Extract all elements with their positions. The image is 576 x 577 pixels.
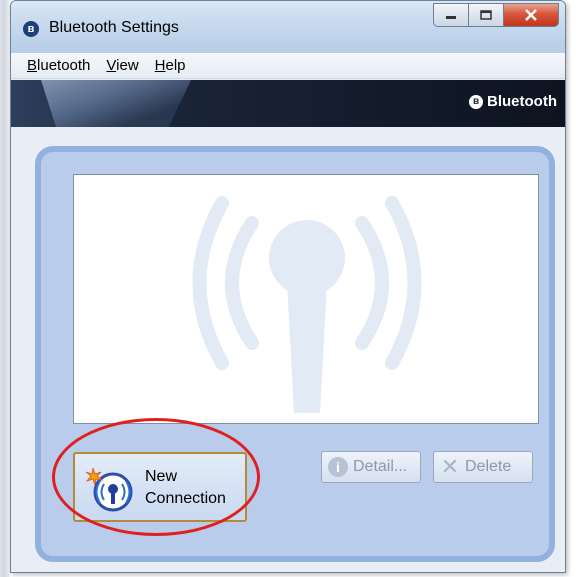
menu-bar: Bluetooth View Help [11,53,565,79]
delete-label: Delete [465,458,512,475]
delete-icon: ✕ [440,454,460,479]
detail-button[interactable]: i Detail... [321,451,421,483]
maximize-icon [480,10,492,20]
bluetooth-settings-window: ʙ Bluetooth Settings Bluetooth View Help… [10,0,566,573]
bluetooth-brand-text: Bluetooth [487,93,557,110]
menu-help[interactable]: Help [155,57,186,74]
new-connection-button[interactable]: New Connection [73,452,247,522]
minimize-icon [446,16,456,19]
new-connection-label: New Connection [145,468,226,507]
new-connection-icon [85,467,133,512]
antenna-watermark-icon [192,196,422,413]
background-strip [0,0,10,577]
maximize-button[interactable] [468,3,504,27]
bluetooth-icon: ʙ [23,21,39,37]
title-bar[interactable]: ʙ Bluetooth Settings [11,1,565,53]
device-list[interactable] [73,174,539,424]
window-title: Bluetooth Settings [49,19,179,36]
laptop-image [41,80,191,127]
header-banner: ʙ Bluetooth [11,80,565,127]
bluetooth-logo-icon: ʙ [469,94,484,109]
info-icon: i [328,457,348,477]
detail-label: Detail... [353,458,408,475]
caption-buttons [433,3,559,27]
close-button[interactable] [503,3,559,27]
delete-button[interactable]: ✕ Delete [433,451,533,483]
minimize-button[interactable] [433,3,469,27]
menu-bluetooth[interactable]: Bluetooth [27,57,90,74]
close-icon [525,9,537,21]
menu-view[interactable]: View [106,57,138,74]
bluetooth-logo: ʙ Bluetooth [469,93,557,110]
connections-panel: New Connection i Detail... ✕ Delete [35,146,555,562]
